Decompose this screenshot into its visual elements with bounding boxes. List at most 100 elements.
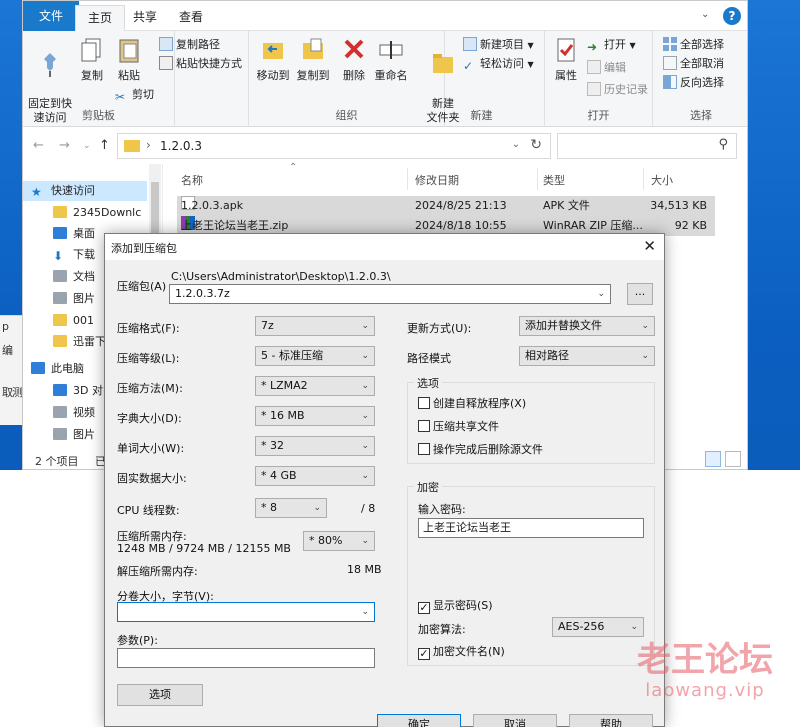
table-row[interactable]: 1.2.0.3.apk 2024/8/25 21:13 APK 文件 34,51… xyxy=(177,196,715,216)
chevron-down-icon: ⌄ xyxy=(313,503,321,513)
tab-file[interactable]: 文件 xyxy=(23,1,80,31)
show-password-checkbox[interactable]: ✓ 显示密码(S) xyxy=(418,597,493,614)
up-icon[interactable]: ↑ xyxy=(99,138,110,153)
dialog-title: 添加到压缩包 xyxy=(111,242,177,255)
solid-select[interactable]: * 4 GB ⌄ xyxy=(255,466,375,486)
paste-shortcut-icon xyxy=(159,56,173,70)
method-value: * LZMA2 xyxy=(261,379,308,392)
column-header-modified[interactable]: 修改日期 xyxy=(415,172,459,188)
archive-directory: C:\Users\Administrator\Desktop\1.2.0.3\ xyxy=(171,270,391,283)
address-bar[interactable]: › 1.2.0.3 ⌄ ↻ xyxy=(117,133,551,159)
rename-button[interactable]: 重命名 xyxy=(371,35,411,83)
encryption-group-title: 加密 xyxy=(414,479,442,495)
delete-button[interactable]: 删除 xyxy=(339,35,369,83)
address-row: ← → ⌄ ↑ › 1.2.0.3 ⌄ ↻ ⚲ xyxy=(23,128,747,164)
open-button[interactable]: ➜ 打开 ▼ xyxy=(587,37,636,54)
tab-home[interactable]: 主页 xyxy=(75,5,126,31)
cpu-value: * 8 xyxy=(261,501,277,514)
encryption-method-select[interactable]: AES-256 ⌄ xyxy=(552,617,644,637)
dict-value: * 16 MB xyxy=(261,409,305,422)
tab-share[interactable]: 共享 xyxy=(121,5,169,31)
move-to-button[interactable]: 移动到 xyxy=(253,35,293,83)
properties-button[interactable]: 属性 xyxy=(549,35,583,83)
chevron-down-icon: ⌄ xyxy=(630,622,638,632)
tab-view[interactable]: 查看 xyxy=(167,5,215,31)
select-none-label: 全部取消 xyxy=(680,57,724,70)
chevron-down-icon: ⌄ xyxy=(361,536,369,546)
help-icon[interactable]: ? xyxy=(723,7,741,25)
archive-label: 压缩包(A) xyxy=(117,280,167,293)
new-item-button[interactable]: 新建项目 ▼ xyxy=(463,37,534,54)
copy-to-button[interactable]: 复制到 xyxy=(293,35,333,83)
cancel-button[interactable]: 取消 xyxy=(473,714,557,727)
recent-chevron-icon[interactable]: ⌄ xyxy=(83,141,91,151)
nav-quick-access[interactable]: ★ 快速访问 xyxy=(23,181,147,201)
delete-after-checkbox[interactable]: 操作完成后删除源文件 xyxy=(418,441,543,457)
cut-button[interactable]: ✂ 剪切 xyxy=(115,87,154,104)
archive-name-combo[interactable]: 1.2.0.3.7z ⌄ xyxy=(169,284,611,304)
refresh-icon[interactable]: ↻ xyxy=(530,137,542,153)
format-select[interactable]: 7z ⌄ xyxy=(255,316,375,336)
chevron-down-icon[interactable]: ⌄ xyxy=(512,139,520,150)
decompress-memory-value: 18 MB xyxy=(347,563,382,576)
strip-char: p xyxy=(2,320,9,333)
column-header-size[interactable]: 大小 xyxy=(651,172,673,188)
word-select[interactable]: * 32 ⌄ xyxy=(255,436,375,456)
history-button[interactable]: 历史记录 xyxy=(587,82,648,98)
format-label: 压缩格式(F): xyxy=(117,322,180,335)
compress-shared-checkbox[interactable]: 压缩共享文件 xyxy=(418,418,499,434)
large-icons-view-icon[interactable] xyxy=(725,451,741,467)
ribbon: 固定到快 速访问 复制 粘贴 复制路径 粘贴快捷方式 ✂剪切 剪贴板 移动到 xyxy=(23,31,747,127)
split-size-combo[interactable]: ⌄ xyxy=(117,602,375,622)
column-header-type[interactable]: 类型 xyxy=(543,172,565,188)
create-sfx-checkbox[interactable]: 创建自释放程序(X) xyxy=(418,395,526,411)
help-button[interactable]: 帮助 xyxy=(569,714,653,727)
params-input[interactable] xyxy=(117,648,375,668)
level-select[interactable]: 5 - 标准压缩 ⌄ xyxy=(255,346,375,366)
dict-select[interactable]: * 16 MB ⌄ xyxy=(255,406,375,426)
ok-button[interactable]: 确定 xyxy=(377,714,461,727)
memory-percent-select[interactable]: * 80% ⌄ xyxy=(303,531,375,551)
delete-icon xyxy=(344,39,364,59)
chevron-down-icon[interactable]: ⌄ xyxy=(701,9,709,20)
paste-button[interactable]: 粘贴 xyxy=(113,35,145,83)
watermark: 老王论坛 laowang.vip xyxy=(620,640,790,701)
method-select[interactable]: * LZMA2 ⌄ xyxy=(255,376,375,396)
encrypt-names-checkbox[interactable]: ✓ 加密文件名(N) xyxy=(418,643,505,660)
chevron-down-icon: ⌄ xyxy=(361,381,369,391)
computer-icon xyxy=(31,362,45,374)
cpu-select[interactable]: * 8 ⌄ xyxy=(255,498,327,518)
forward-icon[interactable]: → xyxy=(59,138,70,153)
column-header-name[interactable]: 名称 xyxy=(181,172,203,188)
password-input[interactable]: 上老王论坛当老王 xyxy=(418,518,644,538)
picture-icon xyxy=(53,428,67,440)
update-mode-select[interactable]: 添加并替换文件 ⌄ xyxy=(519,316,655,336)
method-label: 压缩方法(M): xyxy=(117,382,183,395)
easy-access-button[interactable]: ✓ 轻松访问 ▼ xyxy=(463,56,534,73)
level-value: 5 - 标准压缩 xyxy=(261,349,323,362)
browse-button[interactable]: ... xyxy=(627,283,653,305)
create-sfx-label: 创建自释放程序(X) xyxy=(433,397,527,410)
group-clipboard: 固定到快 速访问 复制 粘贴 复制路径 粘贴快捷方式 ✂ 剪切 剪贴板 xyxy=(23,31,242,127)
details-view-icon[interactable] xyxy=(705,451,721,467)
edit-icon xyxy=(587,60,601,74)
back-icon[interactable]: ← xyxy=(33,138,44,153)
nav-item-2345downloads[interactable]: 2345Downlc xyxy=(53,203,149,223)
select-none-button[interactable]: 全部取消 xyxy=(663,56,724,72)
search-input[interactable]: ⚲ xyxy=(557,133,737,159)
close-icon[interactable]: ✕ xyxy=(643,237,656,255)
select-all-button[interactable]: 全部选择 xyxy=(663,37,724,53)
copy-button[interactable]: 复制 xyxy=(75,35,109,83)
history-icon xyxy=(587,82,601,96)
folder-icon xyxy=(124,140,140,152)
edit-button[interactable]: 编辑 xyxy=(587,60,626,76)
level-label: 压缩等级(L): xyxy=(117,352,180,365)
chevron-down-icon: ⌄ xyxy=(361,321,369,331)
chevron-down-icon: ⌄ xyxy=(361,411,369,421)
options-button[interactable]: 选项 xyxy=(117,684,203,706)
nav-label: 视频 xyxy=(73,406,95,419)
invert-selection-button[interactable]: 反向选择 xyxy=(663,75,724,91)
options-group: 选项 创建自释放程序(X) 压缩共享文件 操作完成后删除源文件 xyxy=(407,375,655,464)
star-icon: ★ xyxy=(31,185,42,199)
path-mode-select[interactable]: 相对路径 ⌄ xyxy=(519,346,655,366)
